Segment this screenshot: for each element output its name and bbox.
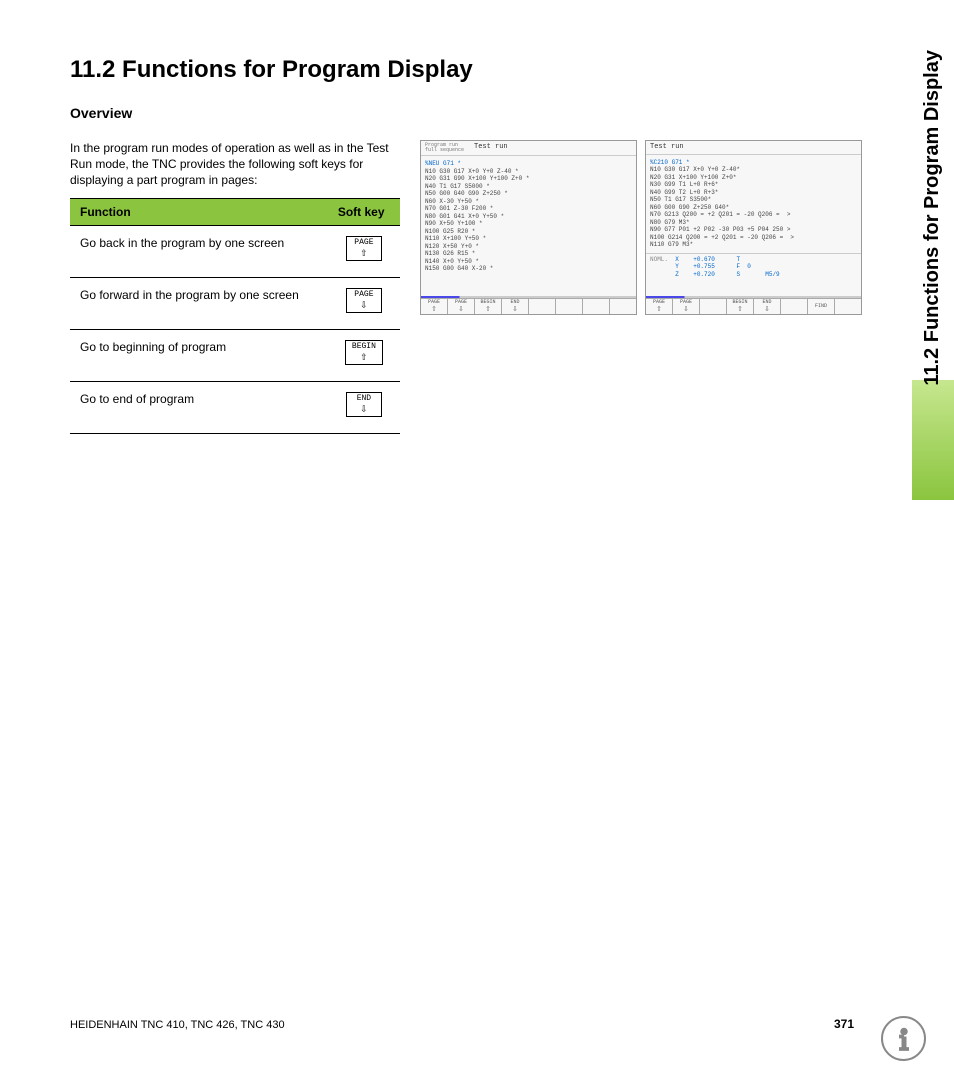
sk-slot: PAGE⇩ [673,299,700,314]
screenshot-test-run-1: Program run full sequence Test run %NEU … [420,140,637,315]
sk-slot: END⇩ [754,299,781,314]
softkey-cell: PAGE ⇩ [328,278,400,330]
sk-slot: FIND [808,299,835,314]
arrow-down-icon: ⇩ [353,299,375,311]
screenshot-test-run-2: Test run %C210 G71 * N10 G30 G17 X+0 Y+0… [645,140,862,315]
softkey-cell: PAGE ⇧ [328,226,400,278]
mode-label: Program run full sequence [425,143,464,153]
arrow-down-icon: ⇩ [353,403,375,415]
sk-slot [610,299,636,314]
footer-model-text: HEIDENHAIN TNC 410, TNC 426, TNC 430 [70,1019,285,1031]
program-listing: %C210 G71 * N10 G30 G17 X+0 Y+0 Z-40* N2… [646,155,861,253]
arrow-up-icon: ⇧ [352,351,376,363]
sk-slot: PAGE⇩ [448,299,475,314]
page-title: 11.2 Functions for Program Display [70,56,473,84]
softkey-bar: PAGE⇧ PAGE⇩ BEGIN⇧ END⇩ FIND [646,298,861,314]
th-function: Function [70,199,328,226]
softkey-cell: END ⇩ [328,382,400,434]
sk-slot: BEGIN⇧ [727,299,754,314]
th-softkey: Soft key [328,199,400,226]
page-number: 371 [834,1017,854,1031]
table-row: Go to beginning of program BEGIN ⇧ [70,330,400,382]
softkey-page-down: PAGE ⇩ [346,288,382,313]
mode-title: Test run [474,143,508,153]
info-icon [881,1016,926,1061]
mode-title: Test run [650,143,684,152]
overview-heading: Overview [70,105,132,121]
func-label: Go back in the program by one screen [70,226,328,278]
table-row: Go back in the program by one screen PAG… [70,226,400,278]
side-accent-band [912,380,954,500]
arrow-up-icon: ⇧ [353,247,375,259]
intro-paragraph: In the program run modes of operation as… [70,140,400,189]
sk-slot [781,299,808,314]
softkey-bar: PAGE⇧ PAGE⇩ BEGIN⇧ END⇩ [421,298,636,314]
sk-slot [556,299,583,314]
sk-slot: PAGE⇧ [646,299,673,314]
sk-slot: PAGE⇧ [421,299,448,314]
sk-slot [700,299,727,314]
sk-slot [835,299,861,314]
softkey-begin: BEGIN ⇧ [345,340,383,365]
program-listing: %NEU G71 * N10 G30 G17 X+0 Y+0 Z-40 * N2… [421,156,636,277]
sk-slot: BEGIN⇧ [475,299,502,314]
func-label: Go forward in the program by one screen [70,278,328,330]
program-code: N10 G30 G17 X+0 Y+0 Z-40* N20 G31 X+100 … [650,166,794,248]
program-first-line: %NEU G71 * [425,160,461,167]
program-code: N10 G30 G17 X+0 Y+0 Z-40 * N20 G31 G90 X… [425,168,529,273]
status-panel: NOML. X +0.670 Y +0.755 Z +0.720 T F 0 S… [646,253,861,281]
softkey-page-up: PAGE ⇧ [346,236,382,261]
sk-slot [583,299,610,314]
softkey-cell: BEGIN ⇧ [328,330,400,382]
noml-values: X +0.670 Y +0.755 Z +0.720 [675,256,715,279]
table-row: Go to end of program END ⇩ [70,382,400,434]
program-first-line: %C210 G71 * [650,159,690,166]
softkey-end: END ⇩ [346,392,382,417]
func-label: Go to end of program [70,382,328,434]
sk-slot [529,299,556,314]
side-tab-title: 11.2 Functions for Program Display [921,50,944,386]
table-row: Go forward in the program by one screen … [70,278,400,330]
sk-slot: END⇩ [502,299,529,314]
functions-table: Function Soft key Go back in the program… [70,198,400,434]
func-label: Go to beginning of program [70,330,328,382]
noml-label: NOML. [650,256,668,263]
status-right: T F 0 S M5/9 [736,256,779,279]
